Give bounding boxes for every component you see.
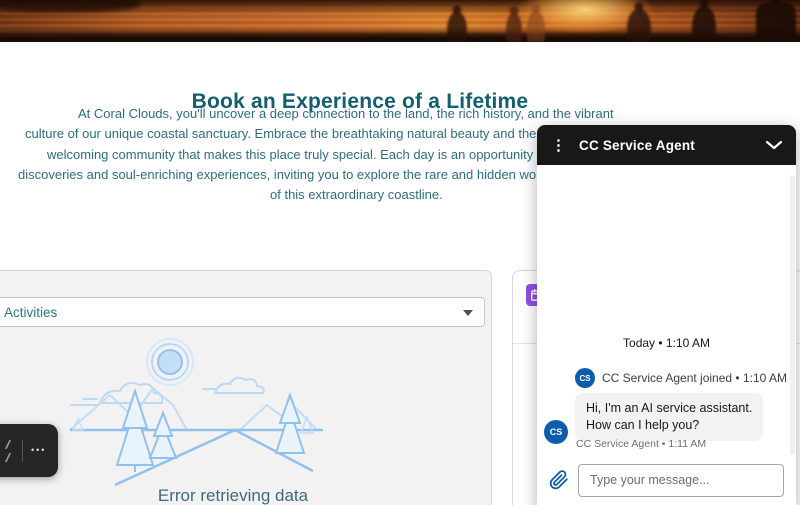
chat-input-row (549, 461, 784, 499)
joined-event-text: CC Service Agent joined • 1:10 AM (602, 371, 787, 385)
people-silhouettes (527, 11, 545, 42)
avatar: CS (575, 368, 595, 388)
intro-paragraph-line: At Coral Clouds, you'll uncover a deep c… (78, 106, 614, 121)
agent-message-line: How can I help you? (586, 418, 700, 432)
error-message: Error retrieving data (157, 486, 309, 505)
chat-title: CC Service Agent (579, 137, 695, 153)
intro-paragraph-line: culture of our unique coastal sanctuary.… (25, 126, 576, 141)
chat-scrollbar[interactable] (790, 175, 795, 455)
people-silhouettes (692, 6, 716, 42)
chat-header: ⋮ CC Service Agent (537, 125, 796, 165)
mini-toolbar-overlay: ••• (0, 424, 58, 477)
intro-paragraph-line: discoveries and soul-enriching experienc… (18, 167, 569, 182)
message-input[interactable] (578, 463, 784, 497)
intro-paragraph-line: welcoming community that makes this plac… (47, 147, 580, 162)
chat-widget: ⋮ CC Service Agent Today • 1:10 AM CS CC… (537, 125, 796, 505)
chat-joined-event: CS CC Service Agent joined • 1:10 AM (575, 368, 787, 388)
people-silhouettes (447, 12, 467, 42)
dropdown-arrow-icon (463, 310, 473, 316)
page: Book an Experience of a Lifetime At Cora… (0, 0, 800, 505)
people-silhouettes (506, 13, 522, 42)
agent-message-line: Hi, I'm an AI service assistant. (586, 401, 753, 415)
chevron-down-icon[interactable] (766, 140, 782, 150)
landscape-illustration (69, 338, 323, 487)
people-silhouettes (627, 9, 651, 42)
paperclip-icon[interactable] (549, 470, 569, 490)
people-silhouettes (756, 2, 796, 42)
agent-message-bubble: Hi, I'm an AI service assistant. How can… (575, 393, 764, 441)
activities-dropdown[interactable]: Activities (0, 297, 485, 327)
shore-silhouette (0, 0, 140, 12)
more-options-button[interactable]: ••• (31, 446, 46, 455)
intro-paragraph-line: of this extraordinary coastline. (270, 187, 443, 202)
chat-date-divider: Today • 1:10 AM (623, 336, 710, 350)
activities-dropdown-label: Activities (4, 304, 58, 320)
message-meta: CC Service Agent • 1:11 AM (576, 438, 707, 450)
kebab-menu-icon[interactable]: ⋮ (551, 138, 566, 153)
hero-banner-photo (0, 0, 800, 42)
toolbar-divider (22, 439, 23, 462)
toolbar-glyphs-icon (2, 439, 14, 462)
avatar: CS (544, 420, 568, 444)
chat-body: Today • 1:10 AM CS CC Service Agent join… (537, 165, 796, 505)
